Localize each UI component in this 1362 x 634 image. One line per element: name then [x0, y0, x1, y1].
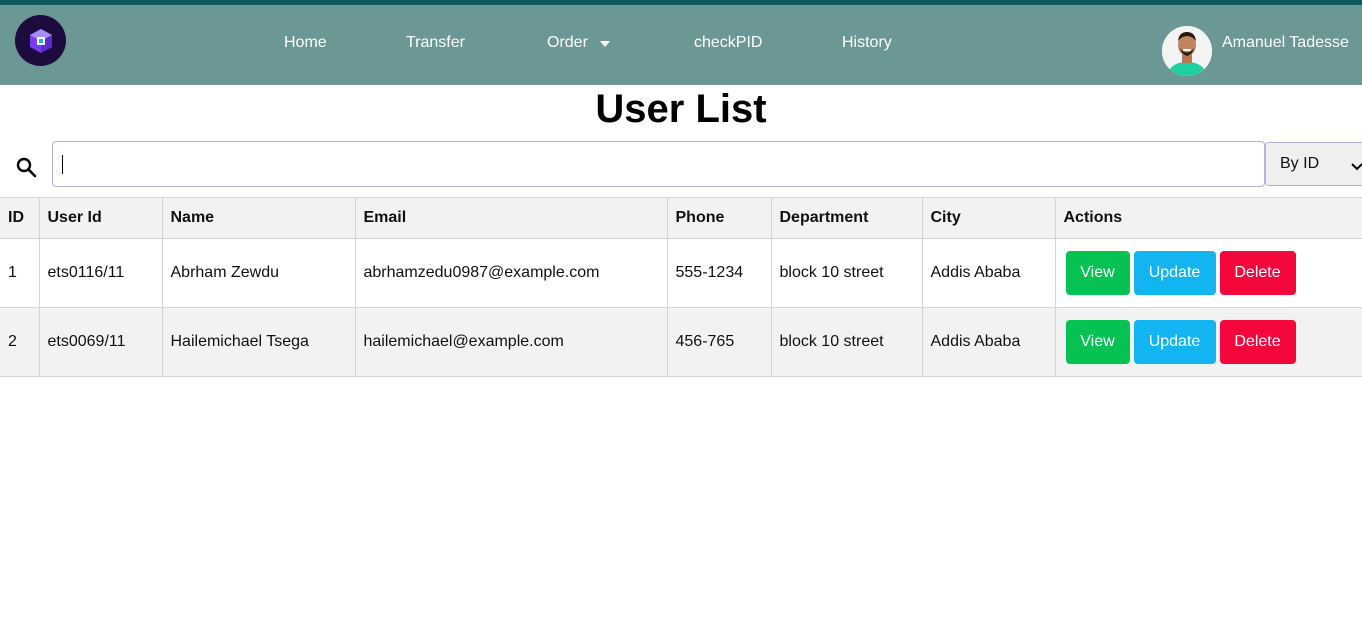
column-header[interactable]: Phone [666, 197, 772, 239]
column-header[interactable]: ID [0, 197, 40, 239]
nav-order-dropdown[interactable]: Order [547, 34, 611, 52]
nav-transfer[interactable]: Transfer [406, 34, 465, 52]
chevron-down-icon [600, 34, 611, 52]
view-button[interactable]: View [1065, 320, 1130, 364]
cell-department: block 10 street [770, 307, 923, 377]
delete-button[interactable]: Delete [1219, 320, 1296, 364]
avatar[interactable] [1162, 26, 1212, 76]
cell-name: Hailemichael Tsega [161, 307, 356, 377]
cell-city: Addis Ababa [921, 238, 1056, 308]
cell-user-id: ets0116/11 [38, 238, 163, 308]
update-button[interactable]: Update [1133, 251, 1216, 295]
logo-icon[interactable] [15, 15, 66, 66]
table-row: 1 ets0116/11 Abrham Zewdu abrhamzedu0987… [0, 238, 1362, 308]
delete-button[interactable]: Delete [1219, 251, 1296, 295]
column-header[interactable]: Actions [1054, 197, 1362, 239]
column-header[interactable]: User Id [38, 197, 163, 239]
column-header[interactable]: Email [354, 197, 668, 239]
column-header[interactable]: Name [161, 197, 356, 239]
cell-city: Addis Ababa [921, 307, 1056, 377]
search-input[interactable] [52, 141, 1265, 187]
column-header[interactable]: City [921, 197, 1056, 239]
cell-user-id: ets0069/11 [38, 307, 163, 377]
cell-phone: 456-765 [666, 307, 772, 377]
nav-home[interactable]: Home [284, 34, 327, 52]
user-table: ID User Id Name Email Phone Department C… [0, 197, 1362, 377]
cell-email: abrhamzedu0987@example.com [354, 238, 668, 308]
cell-actions: View Update Delete [1054, 238, 1362, 308]
view-button[interactable]: View [1065, 251, 1130, 295]
nav-checkpid[interactable]: checkPID [694, 34, 762, 52]
search-filter-value: By ID [1280, 155, 1320, 172]
nav-order-label: Order [547, 34, 588, 52]
cell-id: 1 [0, 238, 40, 308]
cell-phone: 555-1234 [666, 238, 772, 308]
page-title: User List [595, 87, 767, 131]
table-row: 2 ets0069/11 Hailemichael Tsega hailemic… [0, 307, 1362, 377]
text-cursor [62, 155, 63, 174]
nav-history[interactable]: History [842, 34, 892, 52]
cell-actions: View Update Delete [1054, 307, 1362, 377]
search-icon [14, 155, 38, 179]
cell-email: hailemichael@example.com [354, 307, 668, 377]
user-name[interactable]: Amanuel Tadesse [1222, 34, 1349, 52]
chevron-down-icon [1351, 158, 1362, 176]
column-header[interactable]: Department [770, 197, 923, 239]
navbar: Home Transfer Order checkPID History Ama… [0, 5, 1362, 85]
search-filter-select[interactable]: By ID [1265, 142, 1362, 186]
cell-id: 2 [0, 307, 40, 377]
cell-name: Abrham Zewdu [161, 238, 356, 308]
table-header-row: ID User Id Name Email Phone Department C… [0, 197, 1362, 239]
cell-department: block 10 street [770, 238, 923, 308]
update-button[interactable]: Update [1133, 320, 1216, 364]
